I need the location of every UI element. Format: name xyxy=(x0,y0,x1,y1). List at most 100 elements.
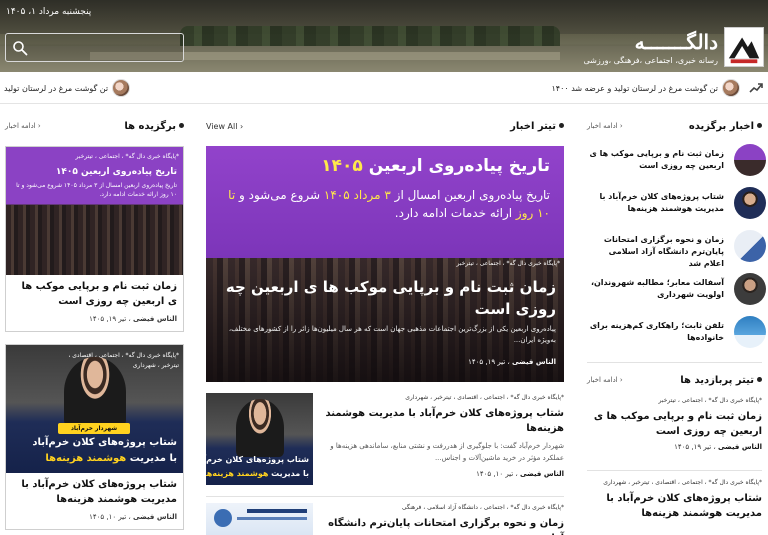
thumbnail-banner-text: با مدیریت هوشمند هزینه‌ها xyxy=(206,469,309,478)
featured-section-header: برگزیده ها ‹ ادامه اخبار xyxy=(5,118,184,134)
news-ticker: تن گوشت مرغ در لرستان تولید و عرضه شد ۱۴… xyxy=(0,72,768,104)
latest-news-title[interactable]: آسفالت معابر؛ مطالبه شهروندان، اولویت شه… xyxy=(588,277,724,301)
latest-news-item[interactable]: زمان ثبت نام و برپایی موکب ها ی اربعین چ… xyxy=(588,144,766,184)
chosen-section-title: تیتر پربازدید ها xyxy=(680,375,762,386)
thumbnail-person xyxy=(64,357,126,427)
site-name[interactable]: دالگـــــــه xyxy=(635,30,718,54)
news-categories[interactable]: *پایگاه خبری دال گه* ، اجتماعی ، اقتصادی… xyxy=(320,393,564,403)
latest-news-item[interactable]: تلفن ثابت؛ راهکاری کم‌هزینه برای خانواده… xyxy=(588,316,766,356)
latest-more-link[interactable]: ‹ ادامه اخبار xyxy=(587,122,623,130)
chosen-section-header: تیتر پربازدید ها ‹ ادامه اخبار xyxy=(587,372,762,388)
news-categories[interactable]: *پایگاه خبری دال گه* ، اجتماعی ، تیترخبر xyxy=(457,260,560,267)
thumbnail-text-line xyxy=(237,517,307,520)
news-categories[interactable]: *پایگاه خبری دال گه* ، اجتماعی ، تیترخبر xyxy=(587,396,762,406)
news-categories[interactable]: *پایگاه خبری دال گه* ، اجتماعی ، دانشگاه… xyxy=(320,503,564,513)
university-logo-icon xyxy=(214,509,232,527)
latest-news-thumbnail[interactable] xyxy=(734,316,766,348)
site-tagline: رسانه خبری، اجتماعی ،فرهنگی ،ورزشی xyxy=(583,56,718,65)
headline-news-item[interactable]: *پایگاه خبری دال گه* ، اجتماعی ، دانشگاه… xyxy=(206,503,564,535)
search-input[interactable] xyxy=(30,38,178,58)
news-meta: الناس فیضی ، تیر ۱۹, ۱۴۰۵ xyxy=(89,315,177,323)
thumbnail-banner-text: با مدیریت هوشمند هزینه‌ها xyxy=(45,453,177,464)
search-icon[interactable] xyxy=(12,40,28,56)
thumbnail-banner-text: شتاب پروژه‌های کلان خرم‌آباد xyxy=(32,437,177,448)
latest-news-title[interactable]: زمان ثبت نام و برپایی موکب ها ی اربعین چ… xyxy=(588,148,724,172)
featured-news-title[interactable]: زمان ثبت نام و برپایی موکب ها ی اربعین چ… xyxy=(6,275,183,309)
hero-image-subtitle: تاریخ پیاده‌روی اربعین امسال از ۳ مرداد … xyxy=(228,188,550,220)
news-categories[interactable]: *پایگاه خبری دال گه* ، اجتماعی ، تیترخبر xyxy=(76,153,179,160)
latest-news-title[interactable]: تلفن ثابت؛ راهکاری کم‌هزینه برای خانواده… xyxy=(588,320,724,344)
thumbnail-badge: شهردار خرم‌آباد xyxy=(58,423,130,434)
featured-section-title: برگزیده ها xyxy=(124,121,184,132)
chosen-more-link[interactable]: ‹ ادامه اخبار xyxy=(587,376,623,384)
ticker-item-text[interactable]: تن گوشت مرغ در لرستان تولید xyxy=(4,84,108,93)
thumbnail-person xyxy=(236,399,284,457)
latest-news-title[interactable]: زمان و نحوه برگزاری امتحانات پایان‌ترم د… xyxy=(588,234,724,270)
featured-image-subtitle: تاریخ پیاده‌روی اربعین امسال از ۳ مرداد … xyxy=(16,182,177,198)
featured-news-image[interactable]: *پایگاه خبری دال گه* ، اجتماعی ، اقتصادی… xyxy=(6,345,183,473)
section-divider xyxy=(587,470,762,471)
featured-more-link[interactable]: ‹ ادامه اخبار xyxy=(5,122,41,130)
latest-news-thumbnail[interactable] xyxy=(734,187,766,219)
featured-news-image[interactable]: *پایگاه خبری دال گه* ، اجتماعی ، تیترخبر… xyxy=(6,147,183,275)
featured-news-card[interactable]: *پایگاه خبری دال گه* ، اجتماعی ، تیترخبر… xyxy=(5,146,184,332)
latest-section-title: اخبار برگزیده xyxy=(689,121,762,132)
featured-news-title[interactable]: شتاب پروژه‌های کلان خرم‌آباد با مدیریت ه… xyxy=(6,473,183,507)
chosen-news-title[interactable]: زمان ثبت نام و برپایی موکب ها ی اربعین چ… xyxy=(587,409,762,439)
chosen-news-item[interactable]: *پایگاه خبری دال گه* ، اجتماعی ، تیترخبر… xyxy=(587,396,762,451)
header-background-trees xyxy=(180,26,560,48)
section-divider xyxy=(206,496,564,497)
news-meta: الناس فیضی ، تیر ۱۰, ۱۴۰۵ xyxy=(89,513,177,521)
featured-news-card[interactable]: *پایگاه خبری دال گه* ، اجتماعی ، اقتصادی… xyxy=(5,344,184,530)
latest-news-item[interactable]: شتاب پروژه‌های کلان خرم‌آباد با مدیریت ه… xyxy=(588,187,766,227)
headline-news-body: *پایگاه خبری دال گه* ، اجتماعی ، دانشگاه… xyxy=(320,503,564,535)
news-meta: الناس فیضی ، تیر ۱۰, ۱۴۰۵ xyxy=(476,470,564,478)
section-divider xyxy=(587,362,762,363)
news-meta: الناس فیضی ، تیر ۱۹, ۱۴۰۵ xyxy=(674,443,762,451)
bullet-icon xyxy=(179,123,184,128)
headline-news-item[interactable]: شتاب پروژه‌های کلان خرم‌آباد با مدیریت ه… xyxy=(206,393,564,489)
news-meta: الناس فیضی ، تیر ۱۹, ۱۴۰۵ xyxy=(468,358,556,366)
headline-news-thumbnail[interactable]: شتاب پروژه‌های کلان خرم‌آباد با مدیریت ه… xyxy=(206,393,313,485)
headline-news-title[interactable]: شتاب پروژه‌های کلان خرم‌آباد با مدیریت ه… xyxy=(320,406,564,436)
latest-news-item[interactable]: آسفالت معابر؛ مطالبه شهروندان، اولویت شه… xyxy=(588,273,766,313)
news-categories[interactable]: *پایگاه خبری دال گه* ، اجتماعی ، اقتصادی… xyxy=(587,478,762,488)
hero-image-title: تاریخ پیاده‌روی اربعین ۱۴۰۵ xyxy=(321,156,550,176)
site-header: پنجشنبه مرداد ۱، ۱۴۰۵ دالگـــــــه رسانه… xyxy=(0,0,768,72)
bullet-icon xyxy=(757,123,762,128)
bullet-icon xyxy=(559,123,564,128)
thumbnail-banner-text: شتاب پروژه‌های کلان خرم‌آباد xyxy=(206,455,309,464)
latest-news-thumbnail[interactable] xyxy=(734,144,766,176)
headline-news-title[interactable]: زمان و نحوه برگزاری امتحانات پایان‌ترم د… xyxy=(320,516,564,535)
chosen-news-title[interactable]: شتاب پروژه‌های کلان خرم‌آباد با مدیریت ه… xyxy=(587,491,762,521)
ticker-item[interactable]: تن گوشت مرغ در لرستان تولید xyxy=(4,72,131,104)
logo-mountain-icon xyxy=(728,37,760,64)
latest-news-thumbnail[interactable] xyxy=(734,230,766,262)
chosen-news-item[interactable]: *پایگاه خبری دال گه* ، اجتماعی ، اقتصادی… xyxy=(587,478,762,521)
latest-news-title[interactable]: شتاب پروژه‌های کلان خرم‌آباد با مدیریت ه… xyxy=(588,191,724,215)
featured-image-crowd xyxy=(6,204,183,275)
hero-news-card[interactable]: تاریخ پیاده‌روی اربعین ۱۴۰۵ تاریخ پیاده‌… xyxy=(206,146,564,382)
thumbnail-text-line xyxy=(247,509,307,513)
hero-news-title[interactable]: زمان ثبت نام و برپایی موکب ها ی اربعین چ… xyxy=(214,276,556,320)
current-date: پنجشنبه مرداد ۱، ۱۴۰۵ xyxy=(6,7,92,17)
bullet-icon xyxy=(757,377,762,382)
latest-news-item[interactable]: زمان و نحوه برگزاری امتحانات پایان‌ترم د… xyxy=(588,230,766,270)
trending-icon xyxy=(749,83,763,93)
hero-news-excerpt: پیاده‌روی اربعین یکی از بزرگ‌ترین اجتماع… xyxy=(228,325,556,344)
headlines-section-header: تیتر اخبار View All › xyxy=(206,118,564,134)
headline-news-thumbnail[interactable] xyxy=(206,503,313,535)
headline-news-body: *پایگاه خبری دال گه* ، اجتماعی ، اقتصادی… xyxy=(320,393,564,478)
search-box[interactable] xyxy=(5,33,184,62)
ticker-thumbnail xyxy=(722,79,740,97)
ticker-item-text[interactable]: تن گوشت مرغ در لرستان تولید و عرضه شد ۱۴… xyxy=(551,84,718,93)
featured-image-title: تاریخ پیاده‌روی اربعین ۱۴۰۵ xyxy=(55,167,177,177)
view-all-link[interactable]: View All › xyxy=(206,122,243,131)
headline-news-excerpt: شهردار خرم‌آباد گفت: با جلوگیری از هدررف… xyxy=(330,442,564,462)
ticker-thumbnail xyxy=(112,79,131,97)
latest-section-header: اخبار برگزیده ‹ ادامه اخبار xyxy=(587,118,762,134)
latest-news-thumbnail[interactable] xyxy=(734,273,766,305)
ticker-item[interactable]: تن گوشت مرغ در لرستان تولید و عرضه شد ۱۴… xyxy=(551,72,740,104)
site-logo[interactable] xyxy=(724,27,764,67)
headlines-section-title: تیتر اخبار xyxy=(510,121,564,132)
